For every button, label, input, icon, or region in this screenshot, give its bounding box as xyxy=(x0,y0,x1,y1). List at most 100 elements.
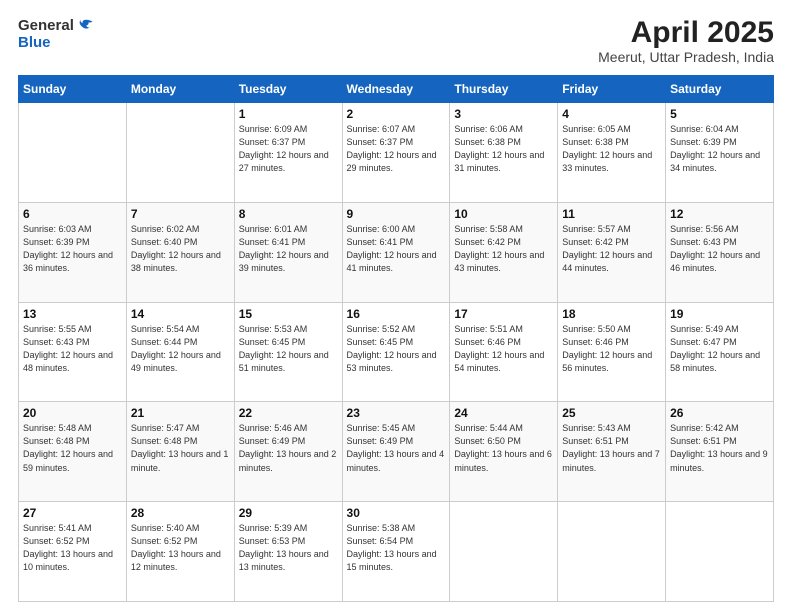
calendar-header-row: SundayMondayTuesdayWednesdayThursdayFrid… xyxy=(19,76,774,103)
calendar-week-row: 13Sunrise: 5:55 AM Sunset: 6:43 PM Dayli… xyxy=(19,302,774,402)
day-number: 9 xyxy=(347,207,446,221)
calendar-cell: 26 Sunrise: 5:42 AM Sunset: 6:51 PM Dayli… xyxy=(666,402,774,502)
calendar-cell: 14 Sunrise: 5:54 AM Sunset: 6:44 PM Dayli… xyxy=(126,302,234,402)
calendar-cell: 23 Sunrise: 5:45 AM Sunset: 6:49 PM Dayli… xyxy=(342,402,450,502)
calendar-week-row: 6 Sunrise: 6:03 AM Sunset: 6:39 PM Daylig… xyxy=(19,202,774,302)
day-info: Sunrise: 5:40 AM Sunset: 6:52 PM Dayligh… xyxy=(131,522,230,574)
calendar-cell: 5 Sunrise: 6:04 AM Sunset: 6:39 PM Daylig… xyxy=(666,103,774,203)
day-info: Sunrise: 6:06 AM Sunset: 6:38 PM Dayligh… xyxy=(454,123,553,175)
day-info: Sunrise: 5:56 AM Sunset: 6:43 PM Dayligh… xyxy=(670,223,769,275)
day-info: Sunrise: 5:39 AM Sunset: 6:53 PM Dayligh… xyxy=(239,522,338,574)
day-number: 10 xyxy=(454,207,553,221)
day-info: Sunrise: 6:01 AM Sunset: 6:41 PM Dayligh… xyxy=(239,223,338,275)
calendar-cell: 6 Sunrise: 6:03 AM Sunset: 6:39 PM Daylig… xyxy=(19,202,127,302)
day-info: Sunrise: 5:47 AM Sunset: 6:48 PM Dayligh… xyxy=(131,422,230,474)
day-info: Sunrise: 5:38 AM Sunset: 6:54 PM Dayligh… xyxy=(347,522,446,574)
logo-general: General xyxy=(18,18,74,33)
day-number: 28 xyxy=(131,506,230,520)
calendar-cell: 3 Sunrise: 6:06 AM Sunset: 6:38 PM Daylig… xyxy=(450,103,558,203)
day-header-tuesday: Tuesday xyxy=(234,76,342,103)
calendar-cell: 15 Sunrise: 5:53 AM Sunset: 6:45 PM Dayli… xyxy=(234,302,342,402)
day-info: Sunrise: 5:49 AM Sunset: 6:47 PM Dayligh… xyxy=(670,323,769,375)
calendar-week-row: 20Sunrise: 5:48 AM Sunset: 6:48 PM Dayli… xyxy=(19,402,774,502)
day-info: Sunrise: 5:46 AM Sunset: 6:49 PM Dayligh… xyxy=(239,422,338,474)
day-number: 27 xyxy=(23,506,122,520)
calendar-cell: 10 Sunrise: 5:58 AM Sunset: 6:42 PM Dayli… xyxy=(450,202,558,302)
day-info: Sunrise: 5:53 AM Sunset: 6:45 PM Dayligh… xyxy=(239,323,338,375)
day-number: 1 xyxy=(239,107,338,121)
calendar-cell: 30Sunrise: 5:38 AM Sunset: 6:54 PM Dayli… xyxy=(342,502,450,602)
day-number: 13 xyxy=(23,307,122,321)
day-number: 16 xyxy=(347,307,446,321)
calendar-cell: 29Sunrise: 5:39 AM Sunset: 6:53 PM Dayli… xyxy=(234,502,342,602)
day-number: 4 xyxy=(562,107,661,121)
day-number: 14 xyxy=(131,307,230,321)
calendar-cell: 4 Sunrise: 6:05 AM Sunset: 6:38 PM Daylig… xyxy=(558,103,666,203)
day-number: 25 xyxy=(562,406,661,420)
day-number: 11 xyxy=(562,207,661,221)
day-info: Sunrise: 5:45 AM Sunset: 6:49 PM Dayligh… xyxy=(347,422,446,474)
day-info: Sunrise: 6:00 AM Sunset: 6:41 PM Dayligh… xyxy=(347,223,446,275)
calendar-cell: 13Sunrise: 5:55 AM Sunset: 6:43 PM Dayli… xyxy=(19,302,127,402)
calendar-cell: 25 Sunrise: 5:43 AM Sunset: 6:51 PM Dayli… xyxy=(558,402,666,502)
calendar-cell xyxy=(558,502,666,602)
day-number: 5 xyxy=(670,107,769,121)
day-info: Sunrise: 5:50 AM Sunset: 6:46 PM Dayligh… xyxy=(562,323,661,375)
day-number: 18 xyxy=(562,307,661,321)
calendar-cell: 1 Sunrise: 6:09 AM Sunset: 6:37 PM Daylig… xyxy=(234,103,342,203)
calendar-cell: 7Sunrise: 6:02 AM Sunset: 6:40 PM Daylig… xyxy=(126,202,234,302)
calendar-cell: 21 Sunrise: 5:47 AM Sunset: 6:48 PM Dayli… xyxy=(126,402,234,502)
calendar-cell xyxy=(666,502,774,602)
calendar-cell: 9 Sunrise: 6:00 AM Sunset: 6:41 PM Daylig… xyxy=(342,202,450,302)
day-number: 6 xyxy=(23,207,122,221)
page: General Blue April 2025 Meerut, Uttar Pr… xyxy=(0,0,792,612)
day-number: 24 xyxy=(454,406,553,420)
day-header-wednesday: Wednesday xyxy=(342,76,450,103)
calendar-table: SundayMondayTuesdayWednesdayThursdayFrid… xyxy=(18,75,774,602)
calendar-cell: 22Sunrise: 5:46 AM Sunset: 6:49 PM Dayli… xyxy=(234,402,342,502)
day-number: 8 xyxy=(239,207,338,221)
calendar-week-row: 27 Sunrise: 5:41 AM Sunset: 6:52 PM Dayli… xyxy=(19,502,774,602)
day-number: 21 xyxy=(131,406,230,420)
day-number: 3 xyxy=(454,107,553,121)
day-info: Sunrise: 6:04 AM Sunset: 6:39 PM Dayligh… xyxy=(670,123,769,175)
day-number: 23 xyxy=(347,406,446,420)
day-info: Sunrise: 5:44 AM Sunset: 6:50 PM Dayligh… xyxy=(454,422,553,474)
header: General Blue April 2025 Meerut, Uttar Pr… xyxy=(18,16,774,65)
calendar-cell: 12 Sunrise: 5:56 AM Sunset: 6:43 PM Dayli… xyxy=(666,202,774,302)
calendar-cell: 24 Sunrise: 5:44 AM Sunset: 6:50 PM Dayli… xyxy=(450,402,558,502)
day-number: 2 xyxy=(347,107,446,121)
calendar-cell: 16 Sunrise: 5:52 AM Sunset: 6:45 PM Dayli… xyxy=(342,302,450,402)
calendar-week-row: 1 Sunrise: 6:09 AM Sunset: 6:37 PM Daylig… xyxy=(19,103,774,203)
logo-blue: Blue xyxy=(18,34,51,51)
title-month: April 2025 xyxy=(598,16,774,49)
day-header-thursday: Thursday xyxy=(450,76,558,103)
calendar-cell xyxy=(126,103,234,203)
day-header-saturday: Saturday xyxy=(666,76,774,103)
calendar-cell: 17 Sunrise: 5:51 AM Sunset: 6:46 PM Dayli… xyxy=(450,302,558,402)
day-info: Sunrise: 5:41 AM Sunset: 6:52 PM Dayligh… xyxy=(23,522,122,574)
logo: General Blue xyxy=(18,16,94,52)
day-header-friday: Friday xyxy=(558,76,666,103)
day-info: Sunrise: 5:51 AM Sunset: 6:46 PM Dayligh… xyxy=(454,323,553,375)
title-location: Meerut, Uttar Pradesh, India xyxy=(598,49,774,65)
day-info: Sunrise: 5:43 AM Sunset: 6:51 PM Dayligh… xyxy=(562,422,661,474)
day-number: 12 xyxy=(670,207,769,221)
day-number: 15 xyxy=(239,307,338,321)
day-info: Sunrise: 6:09 AM Sunset: 6:37 PM Dayligh… xyxy=(239,123,338,175)
day-info: Sunrise: 5:58 AM Sunset: 6:42 PM Dayligh… xyxy=(454,223,553,275)
day-number: 17 xyxy=(454,307,553,321)
day-info: Sunrise: 5:52 AM Sunset: 6:45 PM Dayligh… xyxy=(347,323,446,375)
day-number: 20 xyxy=(23,406,122,420)
calendar-cell: 8 Sunrise: 6:01 AM Sunset: 6:41 PM Daylig… xyxy=(234,202,342,302)
day-number: 26 xyxy=(670,406,769,420)
calendar-cell: 19 Sunrise: 5:49 AM Sunset: 6:47 PM Dayli… xyxy=(666,302,774,402)
day-header-sunday: Sunday xyxy=(19,76,127,103)
day-info: Sunrise: 5:54 AM Sunset: 6:44 PM Dayligh… xyxy=(131,323,230,375)
day-info: Sunrise: 6:03 AM Sunset: 6:39 PM Dayligh… xyxy=(23,223,122,275)
day-info: Sunrise: 5:42 AM Sunset: 6:51 PM Dayligh… xyxy=(670,422,769,474)
day-info: Sunrise: 6:05 AM Sunset: 6:38 PM Dayligh… xyxy=(562,123,661,175)
day-number: 19 xyxy=(670,307,769,321)
day-number: 7 xyxy=(131,207,230,221)
calendar-cell: 2Sunrise: 6:07 AM Sunset: 6:37 PM Daylig… xyxy=(342,103,450,203)
